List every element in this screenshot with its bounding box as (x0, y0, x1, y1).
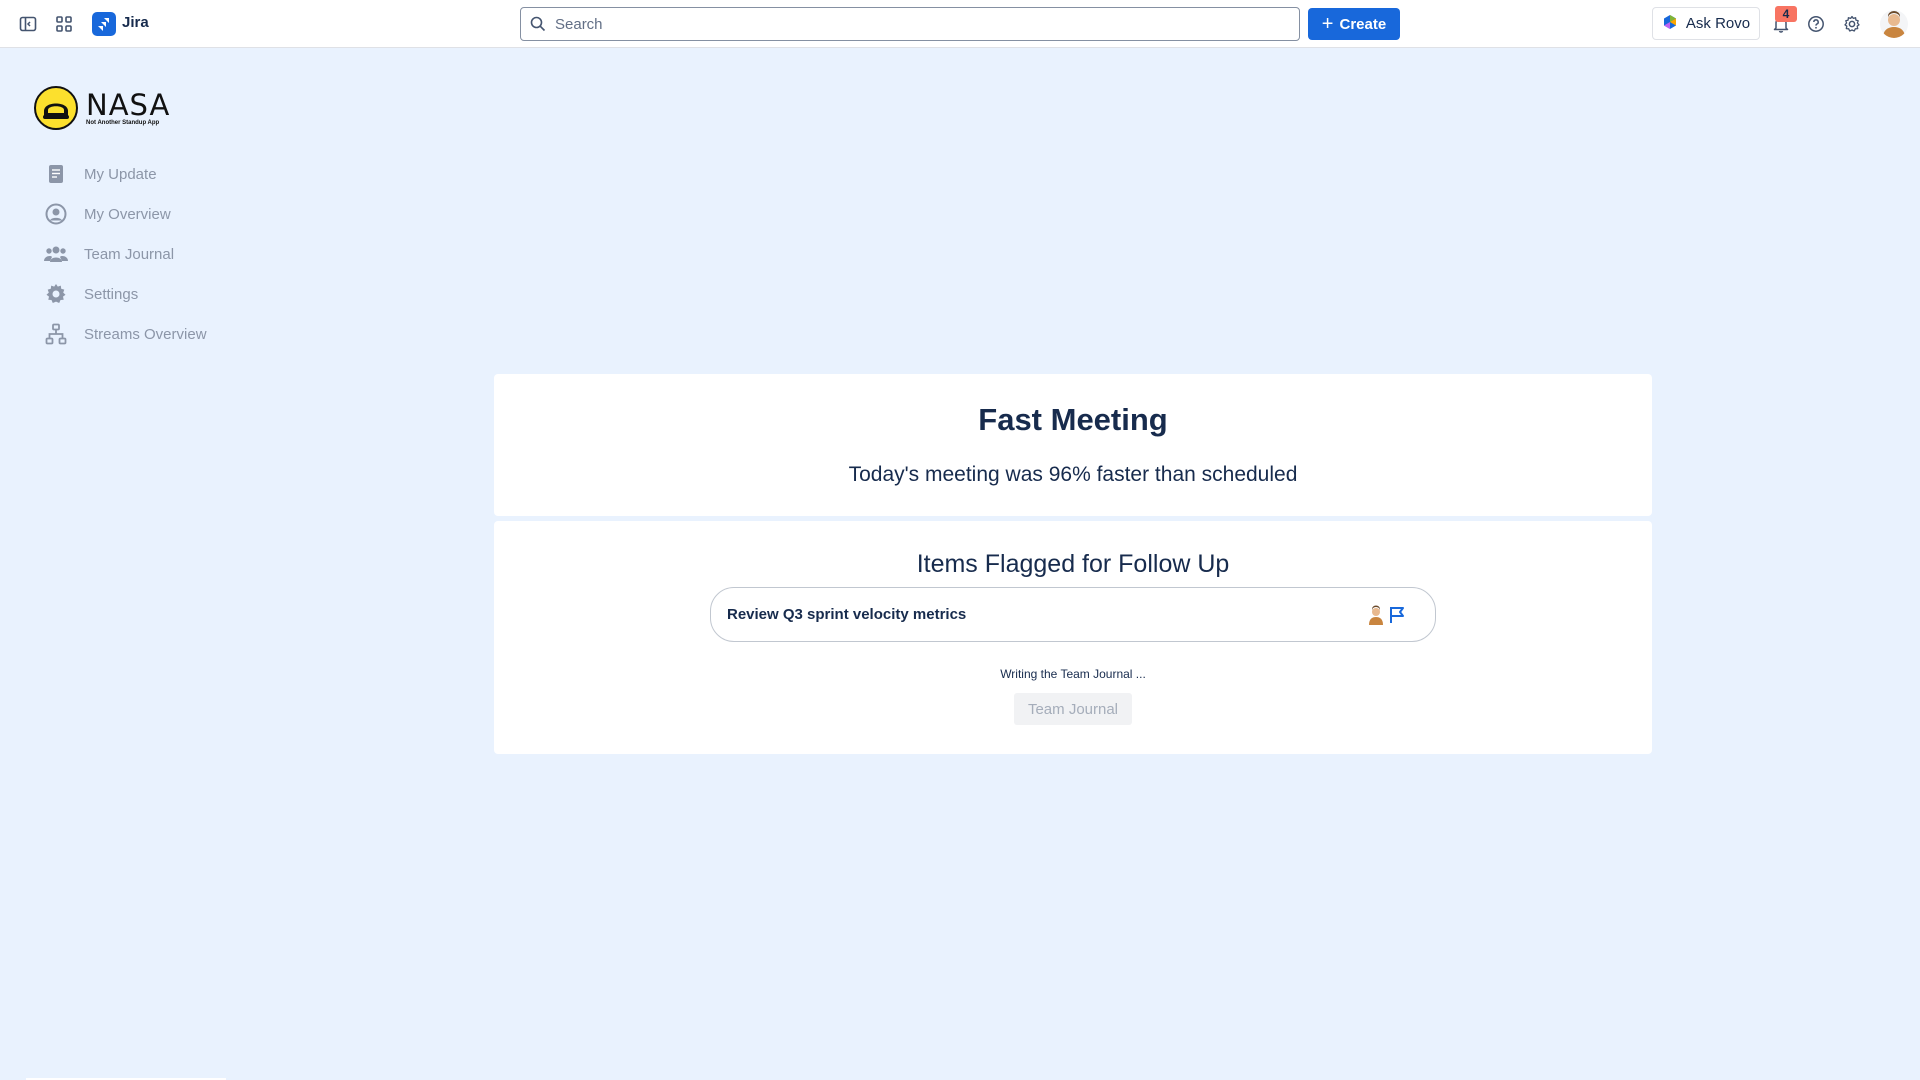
search-icon (530, 16, 546, 37)
sidebar-item-label: Settings (84, 285, 139, 303)
document-icon (44, 162, 68, 186)
notification-badge: 4 (1775, 6, 1797, 22)
top-navigation-bar: Jira + Create Ask Rovo 4 (0, 0, 1920, 48)
ask-rovo-button[interactable]: Ask Rovo (1652, 7, 1760, 40)
meeting-title: Fast Meeting (978, 402, 1168, 437)
create-button-label: Create (1339, 15, 1387, 33)
sidebar-toggle-icon[interactable] (16, 12, 40, 36)
jira-logo-icon[interactable] (92, 12, 116, 36)
sidebar-item-label: Streams Overview (84, 325, 207, 343)
flag-icon[interactable] (1386, 604, 1408, 626)
sidebar-item-label: Team Journal (84, 245, 175, 263)
rovo-icon (1662, 14, 1678, 34)
sidebar-nav: My Update My Overview Team Journal Setti… (44, 154, 207, 354)
sidebar-item-team-journal[interactable]: Team Journal (44, 234, 207, 274)
flagged-item-text: Review Q3 sprint velocity metrics (727, 606, 967, 623)
help-icon[interactable] (1804, 12, 1828, 36)
astronaut-helmet-icon (34, 86, 78, 130)
fast-meeting-card: Fast Meeting Today's meeting was 96% fas… (494, 374, 1652, 516)
logo-subtitle: Not Another Standup App (86, 119, 160, 126)
nasa-logo: NASA Not Another Standup App (34, 86, 170, 130)
app-switcher-icon[interactable] (52, 12, 76, 36)
meeting-summary: Today's meeting was 96% faster than sche… (848, 463, 1298, 486)
user-avatar[interactable] (1880, 10, 1908, 38)
sidebar-item-label: My Update (84, 165, 157, 183)
sidebar-item-label: My Overview (84, 205, 171, 223)
sidebar-item-my-overview[interactable]: My Overview (44, 194, 207, 234)
sidebar-item-settings[interactable]: Settings (44, 274, 207, 314)
sidebar-item-streams-overview[interactable]: Streams Overview (44, 314, 207, 354)
journal-status-text: Writing the Team Journal ... (1000, 667, 1146, 681)
search-input[interactable] (555, 15, 1299, 33)
hierarchy-icon (44, 322, 68, 346)
ask-rovo-label: Ask Rovo (1685, 15, 1751, 32)
create-button[interactable]: + Create (1308, 8, 1400, 40)
search-bar[interactable] (520, 7, 1300, 41)
app-name[interactable]: Jira (122, 14, 149, 31)
team-journal-button[interactable]: Team Journal (1014, 693, 1132, 725)
user-circle-icon (44, 202, 68, 226)
logo-title: NASA (86, 87, 171, 122)
settings-gear-icon[interactable] (1840, 12, 1864, 36)
follow-up-title: Items Flagged for Follow Up (916, 550, 1230, 578)
plus-icon: + (1321, 13, 1334, 35)
gear-icon (44, 282, 68, 306)
follow-up-card: Items Flagged for Follow Up Review Q3 sp… (494, 521, 1652, 754)
assignee-avatar[interactable] (1366, 605, 1386, 625)
flagged-item[interactable]: Review Q3 sprint velocity metrics (710, 587, 1436, 642)
sidebar-item-my-update[interactable]: My Update (44, 154, 207, 194)
team-icon (44, 242, 68, 266)
